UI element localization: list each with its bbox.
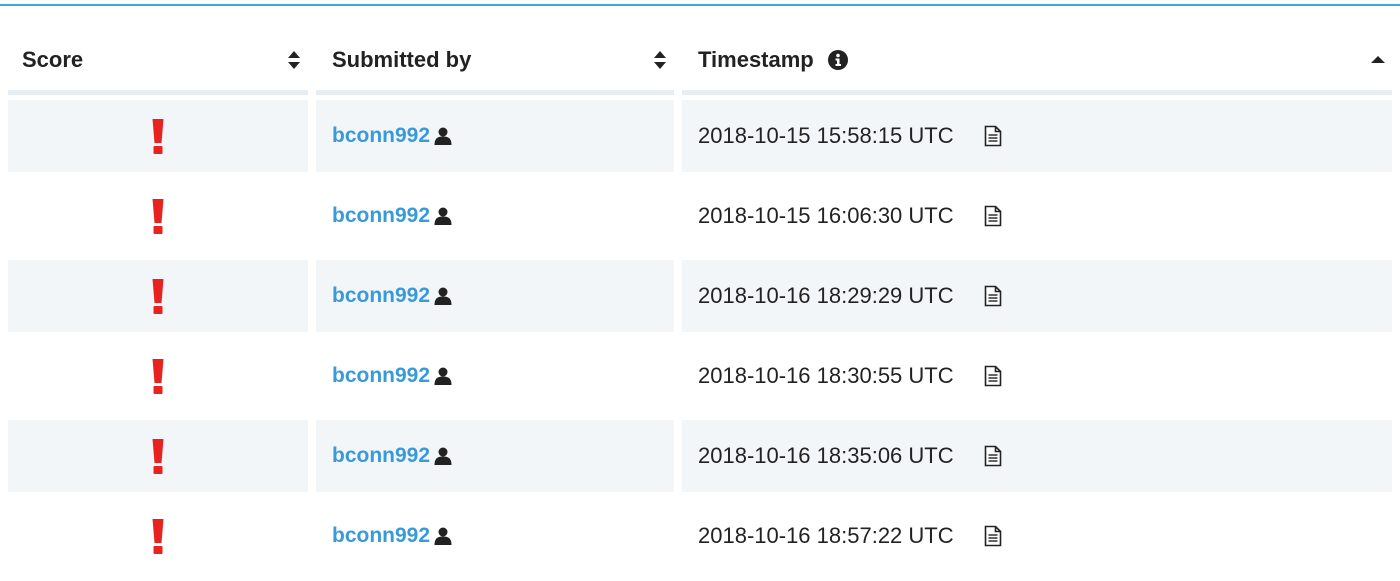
user-link[interactable]: bconn992 bbox=[332, 284, 430, 308]
score-cell bbox=[8, 420, 308, 492]
user-icon bbox=[434, 367, 452, 385]
timestamp-text: 2018-10-15 15:58:15 UTC bbox=[698, 123, 954, 148]
sort-icon[interactable] bbox=[286, 49, 302, 71]
table-row: bconn992 2018-10-15 15:58:15 UTC bbox=[8, 96, 1392, 176]
exclamation-icon bbox=[152, 119, 164, 154]
score-cell bbox=[8, 260, 308, 332]
table-row: bconn992 2018-10-16 18:29:29 UTC bbox=[8, 256, 1392, 336]
table-body: bconn992 2018-10-15 15:58:15 UTC bconn99… bbox=[8, 96, 1392, 576]
submitted-by-cell: bconn992 bbox=[316, 260, 674, 332]
user-link[interactable]: bconn992 bbox=[332, 444, 430, 468]
score-cell bbox=[8, 500, 308, 572]
submitted-by-cell: bconn992 bbox=[316, 500, 674, 572]
user-link[interactable]: bconn992 bbox=[332, 204, 430, 228]
exclamation-icon bbox=[152, 439, 164, 474]
user-icon bbox=[434, 287, 452, 305]
timestamp-text: 2018-10-16 18:29:29 UTC bbox=[698, 283, 954, 308]
table-row: bconn992 2018-10-15 16:06:30 UTC bbox=[8, 176, 1392, 256]
table-header: Score Submitted by Timestamp bbox=[8, 30, 1392, 96]
score-cell bbox=[8, 180, 308, 252]
column-header-submitted-by[interactable]: Submitted by bbox=[316, 30, 674, 95]
timestamp-cell: 2018-10-15 16:06:30 UTC bbox=[682, 180, 1392, 252]
submitted-by-cell: bconn992 bbox=[316, 100, 674, 172]
timestamp-text: 2018-10-15 16:06:30 UTC bbox=[698, 203, 954, 228]
timestamp-text: 2018-10-16 18:57:22 UTC bbox=[698, 523, 954, 548]
user-link[interactable]: bconn992 bbox=[332, 124, 430, 148]
table-row: bconn992 2018-10-16 18:30:55 UTC bbox=[8, 336, 1392, 416]
submitted-by-cell: bconn992 bbox=[316, 420, 674, 492]
info-icon[interactable] bbox=[827, 50, 848, 70]
exclamation-icon bbox=[152, 199, 164, 234]
column-header-label: Score bbox=[22, 47, 84, 72]
timestamp-cell: 2018-10-16 18:30:55 UTC bbox=[682, 340, 1392, 412]
submitted-by-cell: bconn992 bbox=[316, 340, 674, 412]
top-accent-rule bbox=[0, 4, 1400, 6]
timestamp-cell: 2018-10-16 18:29:29 UTC bbox=[682, 260, 1392, 332]
submitted-by-cell: bconn992 bbox=[316, 180, 674, 252]
user-link[interactable]: bconn992 bbox=[332, 524, 430, 548]
table-row: bconn992 2018-10-16 18:35:06 UTC bbox=[8, 416, 1392, 496]
timestamp-text: 2018-10-16 18:35:06 UTC bbox=[698, 443, 954, 468]
exclamation-icon bbox=[152, 359, 164, 394]
exclamation-icon bbox=[152, 519, 164, 554]
timestamp-cell: 2018-10-16 18:57:22 UTC bbox=[682, 500, 1392, 572]
document-icon[interactable] bbox=[984, 365, 1002, 387]
column-header-score[interactable]: Score bbox=[8, 30, 308, 95]
user-icon bbox=[434, 447, 452, 465]
document-icon[interactable] bbox=[984, 205, 1002, 227]
score-cell bbox=[8, 340, 308, 412]
timestamp-text: 2018-10-16 18:30:55 UTC bbox=[698, 363, 954, 388]
column-header-timestamp[interactable]: Timestamp bbox=[682, 30, 1392, 95]
timestamp-cell: 2018-10-16 18:35:06 UTC bbox=[682, 420, 1392, 492]
document-icon[interactable] bbox=[984, 445, 1002, 467]
sort-icon[interactable] bbox=[652, 49, 668, 71]
timestamp-cell: 2018-10-15 15:58:15 UTC bbox=[682, 100, 1392, 172]
user-icon bbox=[434, 527, 452, 545]
document-icon[interactable] bbox=[984, 525, 1002, 547]
user-icon bbox=[434, 127, 452, 145]
column-header-label: Timestamp bbox=[698, 47, 814, 72]
submissions-table: Score Submitted by Timestamp bconn992 20… bbox=[8, 30, 1392, 576]
exclamation-icon bbox=[152, 279, 164, 314]
table-row: bconn992 2018-10-16 18:57:22 UTC bbox=[8, 496, 1392, 576]
document-icon[interactable] bbox=[984, 285, 1002, 307]
document-icon[interactable] bbox=[984, 125, 1002, 147]
sort-ascending-icon[interactable] bbox=[1370, 49, 1386, 71]
column-header-label: Submitted by bbox=[332, 47, 472, 72]
user-icon bbox=[434, 207, 452, 225]
user-link[interactable]: bconn992 bbox=[332, 364, 430, 388]
score-cell bbox=[8, 100, 308, 172]
